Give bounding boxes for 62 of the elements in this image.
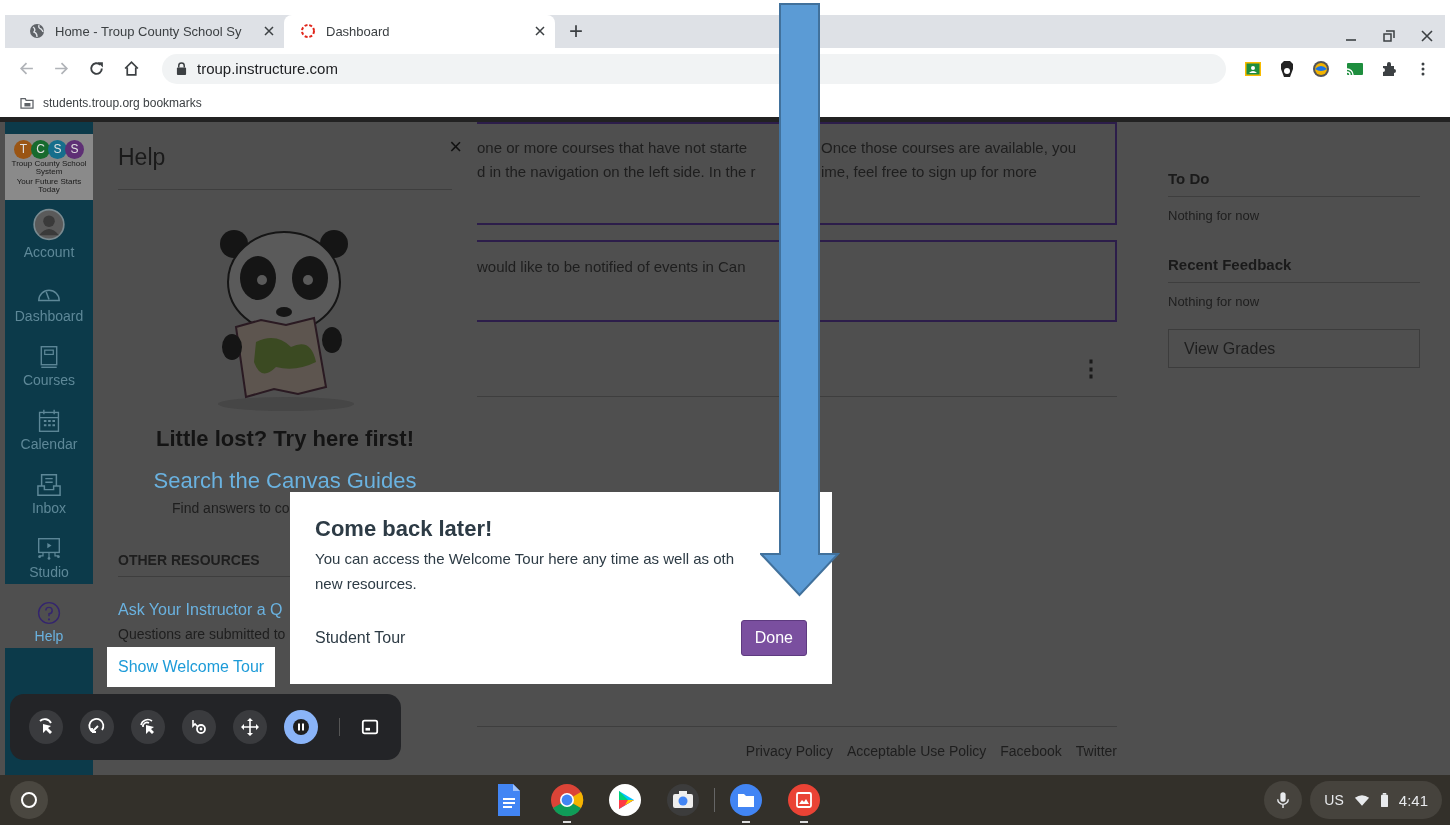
nav-item[interactable]: Dashboard — [5, 264, 93, 329]
camera-icon — [665, 783, 700, 817]
pause-icon — [291, 717, 311, 738]
capture-tool-button[interactable] — [284, 710, 318, 745]
window-icon[interactable] — [361, 718, 379, 737]
popover-text: new resources. — [315, 575, 418, 593]
capture-tool-button[interactable] — [182, 710, 216, 745]
capture-tool-button[interactable] — [29, 710, 63, 745]
microphone-button[interactable] — [1264, 781, 1303, 819]
welcome-tour-link[interactable]: Show Welcome Tour — [107, 647, 276, 688]
bookmark-folder[interactable]: students.troup.org bookmarks — [20, 96, 202, 111]
tour-label: Student Tour — [315, 629, 406, 648]
folder-icon — [728, 783, 763, 817]
chrome-icon — [549, 783, 584, 817]
school-logo[interactable]: T C S S Troup County School System Your Future Starts Today — [5, 134, 93, 201]
browser-tab[interactable]: Home - Troup County School Sy — [13, 14, 284, 48]
canvas-ring-icon — [300, 23, 316, 40]
new-tab-button[interactable]: + — [555, 19, 597, 44]
nav-item[interactable]: Studio — [5, 520, 93, 585]
done-button[interactable]: Done — [740, 620, 807, 657]
close-icon[interactable] — [1421, 30, 1433, 43]
restore-icon[interactable] — [1383, 30, 1395, 43]
microphone-icon — [1276, 791, 1291, 809]
capture-tool-button[interactable] — [131, 710, 165, 745]
status-area[interactable]: US 4:41 — [1310, 781, 1442, 819]
capture-tool-button[interactable] — [80, 710, 114, 745]
calendar-icon — [36, 409, 62, 434]
move-icon — [240, 717, 260, 738]
nav-item[interactable]: Help — [5, 584, 93, 649]
wifi-icon — [1353, 793, 1370, 807]
browser-tab[interactable]: Dashboard — [284, 14, 555, 48]
inbox-icon — [36, 473, 62, 498]
globe-icon — [29, 23, 45, 40]
launcher-button[interactable] — [10, 781, 48, 819]
reload-icon[interactable] — [88, 60, 105, 78]
nav-item[interactable]: Inbox — [5, 456, 93, 521]
nav-item[interactable]: Calendar — [5, 392, 93, 457]
battery-icon — [1379, 793, 1389, 807]
home-icon[interactable] — [123, 60, 140, 78]
address-bar[interactable]: troup.instructure.com — [162, 53, 1226, 84]
lock-icon — [176, 62, 187, 76]
folder-icon — [20, 97, 34, 110]
gallery-icon — [786, 783, 821, 817]
close-icon[interactable] — [535, 26, 545, 37]
nav-item[interactable]: Account — [5, 200, 93, 265]
spy-agent-icon[interactable] — [1278, 59, 1296, 78]
play-store-icon — [607, 783, 642, 817]
close-icon[interactable] — [264, 26, 274, 37]
screen-icon — [36, 537, 62, 562]
help-icon — [36, 601, 62, 626]
capture-tool-button[interactable] — [233, 710, 267, 745]
resource-link[interactable]: Ask Your Instructor a Q — [118, 601, 283, 620]
canvas-guides-link[interactable]: Search the Canvas Guides — [153, 468, 417, 495]
options-menu-button[interactable]: ⋮ — [1080, 358, 1102, 381]
popover-title: Come back later! — [315, 516, 494, 543]
nav-item[interactable]: Courses — [5, 328, 93, 393]
help-heading: Little lost? Try here first! — [156, 426, 414, 453]
puzzle-icon[interactable] — [1380, 59, 1398, 78]
popover-text: You can access the Welcome Tour here any time as well as oth — [315, 550, 736, 568]
close-button[interactable]: × — [449, 136, 462, 172]
classroom-icon[interactable] — [1244, 59, 1262, 78]
eye-icon[interactable] — [1312, 59, 1330, 78]
